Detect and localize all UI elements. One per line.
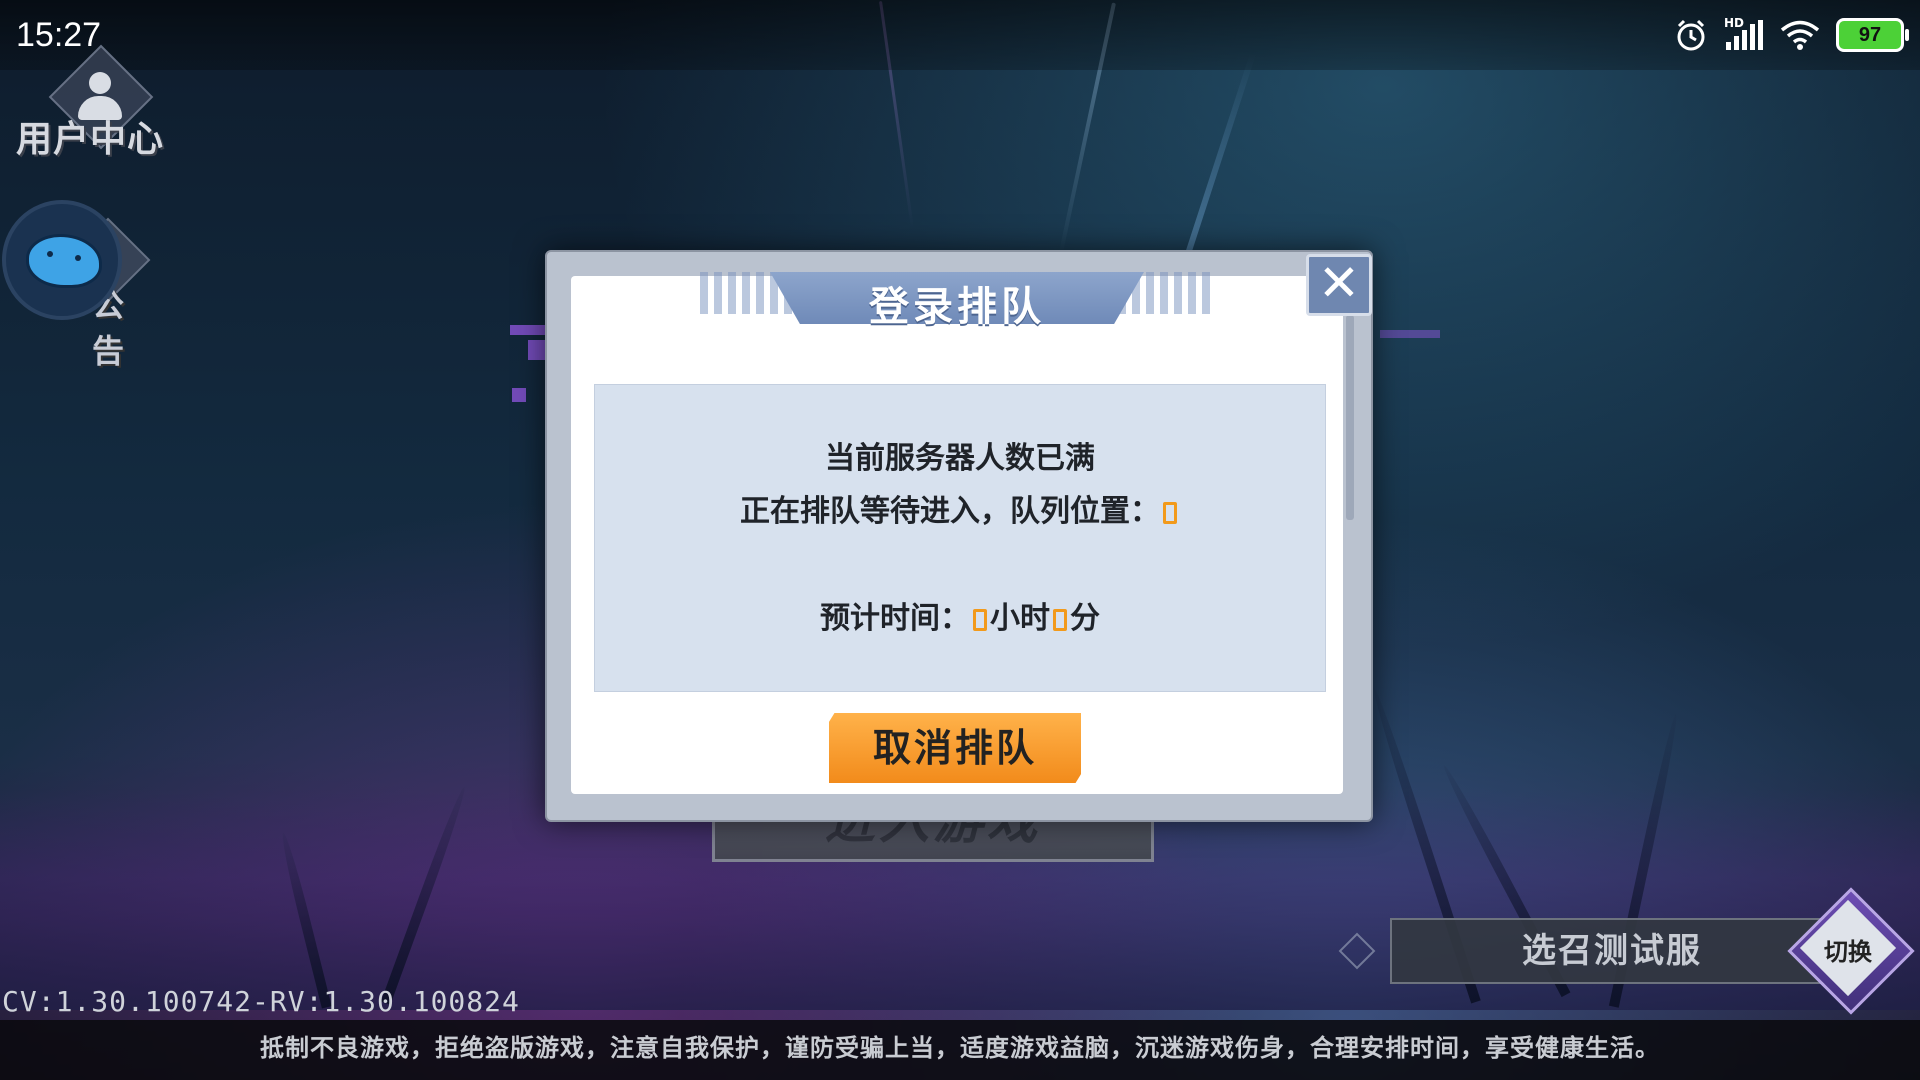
mascot-eye [47, 251, 53, 257]
close-button[interactable]: ✕ [1306, 254, 1372, 316]
wifi-icon [1780, 20, 1820, 50]
queue-position-value [1163, 501, 1177, 524]
signal-icon: HD [1724, 16, 1764, 52]
queue-position-label: 正在排队等待进入，队列位置： [740, 494, 1160, 529]
status-bar: 15:27 HD 97 [0, 0, 1920, 70]
pixel-decor [1380, 330, 1440, 338]
switch-server-label: 切换 [1824, 938, 1872, 966]
health-notice-text: 抵制不良游戏，拒绝盗版游戏，注意自我保护，谨防受骗上当，适度游戏益脑，沉迷游戏伤… [260, 1034, 1660, 1062]
queue-position-message: 正在排队等待进入，队列位置： [595, 486, 1325, 530]
pig-mascot-icon [26, 234, 102, 288]
minutes-value [1053, 608, 1067, 631]
battery-icon: 97 [1836, 18, 1909, 52]
estimated-time-message: 预计时间： 小时分 [595, 593, 1325, 637]
server-name: 选召测试服 [1522, 931, 1702, 971]
mascot-avatar [2, 200, 122, 320]
pixel-decor [512, 388, 526, 402]
hours-value [973, 608, 987, 631]
hours-unit: 小时 [990, 601, 1050, 636]
scrollbar[interactable] [1346, 315, 1354, 520]
notice-button[interactable]: 公告 [0, 198, 151, 370]
version-text: CV:1.30.100742-RV:1.30.100824 [2, 985, 520, 1018]
minutes-unit: 分 [1070, 601, 1100, 636]
user-icon [89, 72, 111, 94]
pixel-decor [510, 325, 550, 335]
mascot-eye [75, 255, 81, 261]
user-center-label: 用户中心 [16, 119, 165, 160]
health-notice-bar: 抵制不良游戏，拒绝盗版游戏，注意自我保护，谨防受骗上当，适度游戏益脑，沉迷游戏伤… [0, 1020, 1920, 1080]
estimated-time-label: 预计时间： [820, 601, 970, 636]
queue-info-panel: 当前服务器人数已满 正在排队等待进入，队列位置： 预计时间： 小时分 [594, 384, 1326, 692]
alarm-icon [1677, 19, 1705, 51]
user-center-button[interactable]: 用户中心 [16, 44, 186, 160]
cancel-queue-button[interactable]: 取消排队 [826, 710, 1084, 786]
status-icons: HD 97 [1674, 16, 1909, 52]
dialog-title: 登录排队 [869, 284, 1045, 330]
hd-badge: HD [1724, 16, 1745, 30]
server-full-message: 当前服务器人数已满 [825, 441, 1095, 476]
close-icon: ✕ [1318, 254, 1360, 312]
cancel-queue-label: 取消排队 [872, 726, 1037, 770]
server-selector[interactable]: 选召测试服 [1390, 918, 1856, 984]
